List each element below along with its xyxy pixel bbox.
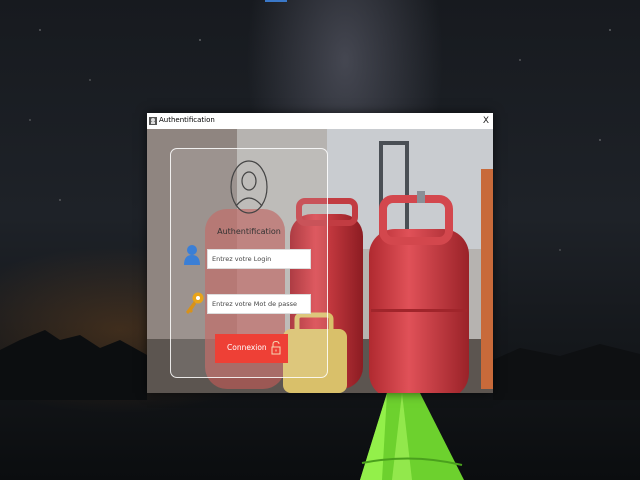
user-avatar-icon xyxy=(230,160,268,214)
auth-window: Authentification X Authentification Entr… xyxy=(147,113,493,393)
key-icon xyxy=(186,292,204,314)
login-input[interactable] xyxy=(207,249,311,269)
connexion-button[interactable]: Connexion xyxy=(215,334,288,363)
taskbar-indicator xyxy=(265,0,287,2)
tent-image xyxy=(360,393,464,480)
unlock-icon xyxy=(271,341,281,355)
form-area: Authentification Connexion xyxy=(147,129,493,393)
close-icon[interactable]: X xyxy=(479,113,493,129)
app-icon xyxy=(149,117,157,125)
password-input[interactable] xyxy=(207,294,311,314)
user-icon xyxy=(184,245,200,265)
connexion-button-label: Connexion xyxy=(227,343,267,352)
window-title: Authentification xyxy=(159,116,215,124)
login-panel: Authentification Connexion xyxy=(170,148,328,378)
form-heading: Authentification xyxy=(217,227,281,236)
window-titlebar[interactable]: Authentification X xyxy=(147,113,493,129)
